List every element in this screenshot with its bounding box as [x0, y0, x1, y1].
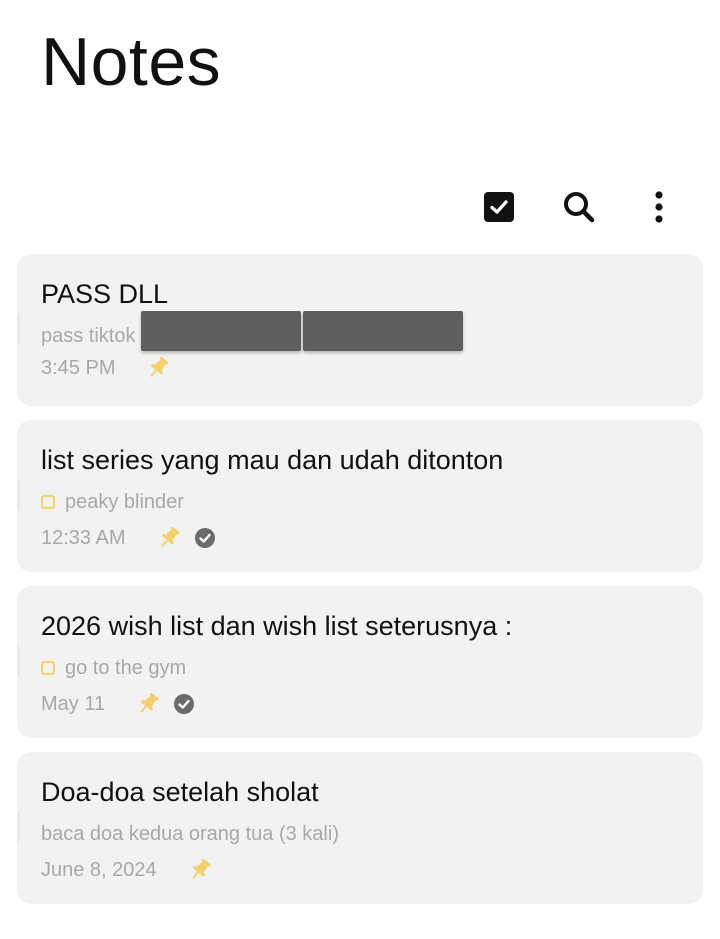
- check-circle-icon: [173, 693, 195, 715]
- checkbox-icon: [483, 191, 515, 228]
- note-date: 3:45 PM: [41, 357, 116, 379]
- notes-list: PASS DLL pass tiktok 3:45 PM list series…: [17, 254, 703, 918]
- note-card[interactable]: list series yang mau dan udah ditonton p…: [17, 420, 703, 572]
- more-options-button[interactable]: [638, 188, 680, 230]
- note-meta: 12:33 AM: [41, 524, 679, 552]
- search-icon: [562, 190, 596, 229]
- note-preview: baca doa kedua orang tua (3 kali): [41, 822, 679, 846]
- pin-icon: [156, 525, 182, 551]
- more-vertical-icon: [654, 190, 664, 229]
- note-date: 12:33 AM: [41, 527, 126, 549]
- note-meta: 3:45 PM: [41, 354, 679, 382]
- note-preview: go to the gym: [41, 656, 679, 680]
- note-title: list series yang mau dan udah ditonton: [41, 445, 504, 475]
- note-preview-text: go to the gym: [65, 657, 187, 679]
- note-card[interactable]: Doa-doa setelah sholat baca doa kedua or…: [17, 752, 703, 904]
- pin-icon: [145, 355, 171, 381]
- check-circle-icon: [194, 527, 216, 549]
- note-title: 2026 wish list dan wish list seterusnya …: [41, 611, 513, 641]
- note-date: June 8, 2024: [41, 859, 157, 881]
- search-button[interactable]: [558, 188, 600, 230]
- page-title: Notes: [41, 24, 222, 100]
- pin-icon: [135, 691, 161, 717]
- note-card[interactable]: 2026 wish list dan wish list seterusnya …: [17, 586, 703, 738]
- note-preview: pass tiktok: [41, 311, 679, 351]
- pin-icon: [187, 857, 213, 883]
- note-preview: peaky blinder: [41, 490, 679, 514]
- unchecked-box-icon: [41, 495, 55, 509]
- note-meta: June 8, 2024: [41, 856, 679, 884]
- select-notes-button[interactable]: [478, 188, 520, 230]
- note-preview-text: pass tiktok: [41, 325, 136, 347]
- note-meta: May 11: [41, 690, 679, 718]
- note-card[interactable]: PASS DLL pass tiktok 3:45 PM: [17, 254, 703, 406]
- note-title: PASS DLL: [41, 279, 169, 309]
- toolbar: [478, 188, 680, 230]
- note-preview-text: baca doa kedua orang tua (3 kali): [41, 823, 339, 845]
- note-title: Doa-doa setelah sholat: [41, 777, 319, 807]
- note-date: May 11: [41, 693, 106, 715]
- note-preview-text: peaky blinder: [65, 491, 184, 513]
- unchecked-box-icon: [41, 661, 55, 675]
- redaction-block: [141, 311, 464, 351]
